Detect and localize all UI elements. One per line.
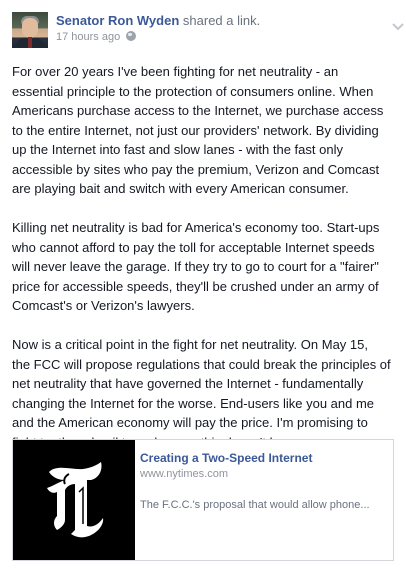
author-name-link[interactable]: Senator Ron Wyden [56, 13, 179, 28]
link-domain: www.nytimes.com [140, 468, 229, 480]
post-body: For over 20 years I've been fighting for… [12, 62, 398, 472]
avatar-tie [28, 37, 32, 48]
globe-icon[interactable] [126, 31, 137, 41]
post-meta: 17 hours ago [56, 30, 137, 44]
shared-link-card[interactable]: Creating a Two-Speed Internet www.nytime… [12, 439, 394, 561]
post-paragraph: Now is a critical point in the fight for… [12, 337, 391, 450]
link-text: Creating a Two-Speed Internet www.nytime… [140, 450, 386, 512]
post-paragraph: Killing net neutrality is bad for Americ… [12, 220, 380, 313]
post-action-text: shared a link. [182, 13, 261, 28]
post-header: Senator Ron Wyden shared a link. 17 hour… [12, 12, 404, 48]
post-timestamp[interactable]: 17 hours ago [56, 31, 120, 43]
author-avatar[interactable] [12, 12, 48, 48]
avatar-face [22, 18, 38, 38]
post-byline: Senator Ron Wyden shared a link. [56, 12, 260, 29]
link-thumbnail[interactable] [13, 440, 135, 560]
post-paragraph: For over 20 years I've been fighting for… [12, 64, 384, 196]
nytimes-logo-icon [47, 462, 104, 538]
link-description: The F.C.C.'s proposal that would allow p… [140, 499, 370, 511]
link-title[interactable]: Creating a Two-Speed Internet [140, 450, 386, 466]
chevron-down-icon[interactable] [392, 23, 404, 31]
